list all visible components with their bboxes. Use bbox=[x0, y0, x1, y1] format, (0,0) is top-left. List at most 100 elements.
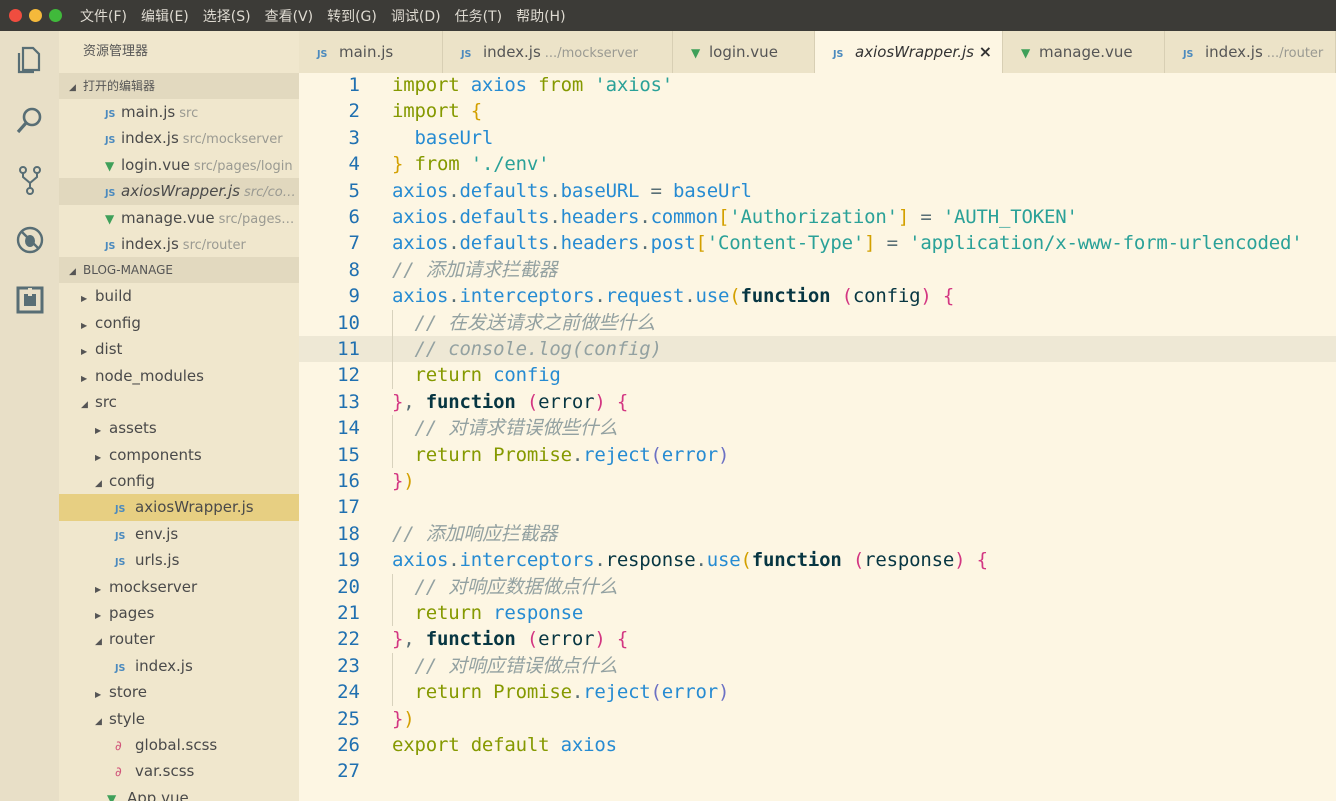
tree-item-label: store bbox=[109, 683, 147, 702]
code-line[interactable]: 3 baseUrl bbox=[299, 125, 1336, 151]
menu-help[interactable]: 帮助(H) bbox=[514, 6, 567, 26]
code-line[interactable]: 9 axios.interceptors.request.use(function… bbox=[299, 283, 1336, 309]
tree-item-label: var.scss bbox=[135, 762, 195, 781]
code-line[interactable]: 4} from './env' bbox=[299, 151, 1336, 177]
code-text: // 对请求错误做些什么 bbox=[414, 417, 618, 440]
code-line[interactable]: 1 import axios from 'axios' bbox=[299, 73, 1336, 98]
file-item[interactable]: JS index.js bbox=[59, 653, 299, 679]
code-line[interactable]: 18 // 添加响应拦截器 bbox=[299, 521, 1336, 547]
tab-main-js[interactable]: JS main.js bbox=[299, 31, 443, 73]
folder-item[interactable]: ▶ node_modules bbox=[59, 363, 299, 389]
code-line[interactable]: 14 // 对请求错误做些什么 bbox=[299, 415, 1336, 442]
folder-item[interactable]: ▶ build bbox=[59, 283, 299, 309]
code-line[interactable]: 10 // 在发送请求之前做些什么 bbox=[299, 309, 1336, 336]
open-editor-item[interactable]: ▼ login.vue src/pages/login bbox=[59, 152, 299, 178]
code-line[interactable]: 26 export default axios bbox=[299, 732, 1336, 758]
code-line[interactable]: 23 // 对响应错误做点什么 bbox=[299, 652, 1336, 680]
folder-item[interactable]: ▶ config bbox=[59, 310, 299, 336]
tree-item-label: axiosWrapper.js bbox=[135, 498, 254, 517]
folder-item[interactable]: ▶ mockserver bbox=[59, 574, 299, 600]
file-item[interactable]: ∂ global.scss bbox=[59, 732, 299, 758]
menu-goto[interactable]: 转到(G) bbox=[325, 6, 379, 26]
line-number: 9 bbox=[348, 285, 360, 308]
file-path: src/pages/login bbox=[193, 158, 293, 174]
minimize-window-button[interactable] bbox=[29, 9, 42, 22]
code-line[interactable]: 24 return Promise.reject(error) bbox=[299, 679, 1336, 706]
code-line[interactable]: 17 bbox=[299, 494, 1336, 520]
file-item[interactable]: JS axiosWrapper.js bbox=[59, 494, 299, 521]
code-text: // 对响应错误做点什么 bbox=[414, 654, 618, 677]
code-line[interactable]: 20 // 对响应数据做点什么 bbox=[299, 573, 1336, 600]
folder-item[interactable]: ▶ components bbox=[59, 442, 299, 468]
menu-edit[interactable]: 编辑(E) bbox=[139, 6, 191, 26]
tab-index-js[interactable]: JS index.js .../mockserver bbox=[443, 31, 673, 73]
menu-file[interactable]: 文件(F) bbox=[78, 6, 129, 26]
menu-selection[interactable]: 选择(S) bbox=[201, 6, 253, 26]
tab-manage-vue[interactable]: ▼ manage.vue bbox=[1003, 31, 1165, 73]
code-line[interactable]: 2 import { bbox=[299, 98, 1336, 124]
open-editors-header[interactable]: ◢ 打开的编辑器 bbox=[59, 73, 299, 99]
open-editor-item[interactable]: JS main.js src bbox=[59, 99, 299, 125]
file-name: axiosWrapper.js bbox=[121, 182, 240, 201]
code-text: }, function (error) { bbox=[392, 628, 629, 651]
folder-item[interactable]: ◢ config bbox=[59, 468, 299, 494]
code-line[interactable]: 7 axios.defaults.headers.post['Content-Ty… bbox=[299, 230, 1336, 256]
chevron-down-icon: ◢ bbox=[95, 479, 102, 490]
code-line[interactable]: 12 return config bbox=[299, 362, 1336, 389]
open-editor-item[interactable]: JS axiosWrapper.js src/co… bbox=[59, 178, 299, 205]
file-item[interactable]: JS urls.js bbox=[59, 547, 299, 573]
code-line[interactable]: 13}, function (error) { bbox=[299, 389, 1336, 415]
folder-item[interactable]: ▶ store bbox=[59, 679, 299, 705]
code-line[interactable]: 22}, function (error) { bbox=[299, 626, 1336, 652]
code-text: // console.log(config) bbox=[414, 338, 662, 360]
tab-axioswrapper-js[interactable]: JS axiosWrapper.js × bbox=[815, 31, 1003, 73]
source-control-icon[interactable] bbox=[14, 164, 46, 196]
file-item[interactable]: ∂ var.scss bbox=[59, 758, 299, 784]
maximize-window-button[interactable] bbox=[49, 9, 62, 22]
file-path: src/mockserver bbox=[182, 132, 283, 148]
explorer-icon[interactable] bbox=[14, 44, 46, 76]
tab-index-js[interactable]: JS index.js .../router bbox=[1165, 31, 1336, 73]
code-editor[interactable]: 1 import axios from 'axios' 2 import {3 bas… bbox=[299, 73, 1336, 801]
folder-item[interactable]: ▶ pages bbox=[59, 600, 299, 626]
code-line[interactable]: 16}) bbox=[299, 468, 1336, 494]
menu-view[interactable]: 查看(V) bbox=[263, 6, 316, 26]
open-editor-item[interactable]: JS index.js src/mockserver bbox=[59, 125, 299, 151]
open-editor-item[interactable]: JS index.js src/router bbox=[59, 231, 299, 257]
line-number: 4 bbox=[348, 153, 360, 176]
tree-item-label: router bbox=[109, 630, 155, 649]
line-number: 1 bbox=[348, 74, 360, 96]
menu-debug[interactable]: 调试(D) bbox=[389, 6, 443, 26]
file-name: index.js bbox=[121, 234, 179, 253]
project-header[interactable]: ◢ BLOG-MANAGE bbox=[59, 257, 299, 284]
folder-item[interactable]: ◢ style bbox=[59, 706, 299, 732]
open-editor-item[interactable]: ▼ manage.vue src/pages… bbox=[59, 205, 299, 231]
folder-item[interactable]: ▶ dist bbox=[59, 336, 299, 362]
search-icon[interactable] bbox=[14, 104, 46, 136]
close-window-button[interactable] bbox=[9, 9, 22, 22]
tab-login-vue[interactable]: ▼ login.vue bbox=[673, 31, 815, 73]
code-line[interactable]: 27 bbox=[299, 758, 1336, 784]
code-line[interactable]: 21 return response bbox=[299, 600, 1336, 627]
extensions-icon[interactable] bbox=[14, 284, 46, 316]
menu-tasks[interactable]: 任务(T) bbox=[453, 6, 504, 26]
code-line[interactable]: 5 axios.defaults.baseURL = baseUrl bbox=[299, 178, 1336, 204]
code-text: // 添加响应拦截器 bbox=[392, 522, 558, 545]
folder-item[interactable]: ◢ router bbox=[59, 626, 299, 652]
editor-tabs: JS main.js JS index.js .../mockserver ▼ login.… bbox=[299, 31, 1336, 73]
folder-item[interactable]: ▶ assets bbox=[59, 415, 299, 441]
code-line[interactable]: 11 // console.log(config) bbox=[299, 336, 1336, 363]
code-line[interactable]: 8 // 添加请求拦截器 bbox=[299, 257, 1336, 283]
file-item[interactable]: ▼ App.vue bbox=[59, 785, 299, 801]
file-item[interactable]: JS env.js bbox=[59, 521, 299, 547]
tree-item-label: assets bbox=[109, 419, 157, 438]
code-line[interactable]: 6 axios.defaults.headers.common['Authoriz… bbox=[299, 204, 1336, 230]
code-line[interactable]: 25}) bbox=[299, 706, 1336, 732]
code-line[interactable]: 15 return Promise.reject(error) bbox=[299, 441, 1336, 468]
tree-item-label: src bbox=[95, 392, 117, 411]
code-line[interactable]: 19 axios.interceptors.response.use(functi… bbox=[299, 547, 1336, 573]
line-number: 3 bbox=[348, 126, 360, 149]
debug-icon[interactable] bbox=[14, 224, 46, 256]
close-icon[interactable]: × bbox=[979, 31, 992, 73]
folder-item[interactable]: ◢ src bbox=[59, 389, 299, 415]
